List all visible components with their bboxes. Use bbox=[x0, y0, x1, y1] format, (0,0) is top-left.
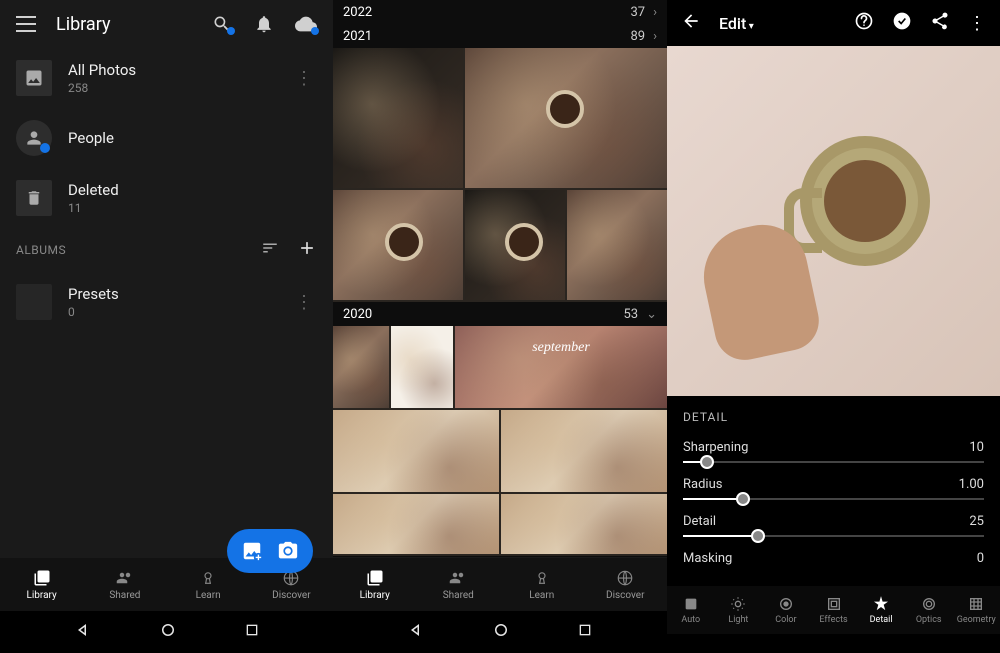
more-icon[interactable]: ⋮ bbox=[291, 292, 317, 313]
nav-library[interactable]: Library bbox=[0, 558, 83, 611]
page-title: Library bbox=[56, 14, 111, 35]
notifications-icon[interactable] bbox=[253, 13, 275, 35]
item-label: Deleted bbox=[68, 181, 317, 199]
year-count: 37 bbox=[630, 5, 645, 20]
chevron-down-icon: ⌄ bbox=[646, 307, 657, 322]
back-button[interactable] bbox=[74, 621, 92, 643]
photo-thumb[interactable] bbox=[465, 48, 667, 188]
album-count: 0 bbox=[68, 305, 275, 319]
system-nav bbox=[0, 611, 333, 653]
item-count: 11 bbox=[68, 201, 317, 215]
library-item-all-photos[interactable]: All Photos 258 ⋮ bbox=[0, 48, 333, 108]
item-label: People bbox=[68, 129, 317, 147]
nav-shared[interactable]: Shared bbox=[83, 558, 166, 611]
trash-icon bbox=[16, 180, 52, 216]
photos-icon bbox=[16, 60, 52, 96]
year-row-2020[interactable]: 2020 53 ⌄ bbox=[333, 302, 667, 326]
camera-icon bbox=[277, 540, 299, 562]
tool-auto[interactable]: Auto bbox=[667, 586, 715, 634]
year-count: 53 bbox=[623, 307, 638, 322]
library-item-deleted[interactable]: Deleted 11 bbox=[0, 168, 333, 228]
nav-library[interactable]: Library bbox=[333, 558, 417, 611]
photo-thumb[interactable] bbox=[333, 410, 499, 492]
year-row-2021[interactable]: 2021 89 › bbox=[333, 24, 667, 48]
tool-light[interactable]: Light bbox=[715, 586, 763, 634]
search-icon[interactable] bbox=[211, 13, 233, 35]
nav-shared[interactable]: Shared bbox=[417, 558, 501, 611]
tool-geometry[interactable]: Geometry bbox=[952, 586, 1000, 634]
chevron-right-icon: › bbox=[653, 5, 657, 20]
edit-tools-nav: Auto Light Color Effects Detail Optics G… bbox=[667, 586, 1000, 634]
album-thumb bbox=[16, 284, 52, 320]
more-icon[interactable]: ⋮ bbox=[968, 13, 986, 34]
system-nav bbox=[333, 611, 667, 653]
year-label: 2020 bbox=[343, 307, 372, 322]
home-button[interactable] bbox=[492, 621, 510, 643]
item-label: All Photos bbox=[68, 61, 275, 79]
year-count: 89 bbox=[630, 29, 645, 44]
nav-learn[interactable]: Learn bbox=[500, 558, 584, 611]
import-fab[interactable] bbox=[227, 529, 313, 573]
library-item-people[interactable]: People bbox=[0, 108, 333, 168]
detail-panel: DETAIL Sharpening10 Radius1.00 Detail25 … bbox=[667, 396, 1000, 586]
recents-button[interactable] bbox=[577, 622, 593, 642]
albums-header: ALBUMS bbox=[0, 228, 333, 272]
photo-thumb[interactable] bbox=[567, 190, 667, 300]
year-label: 2021 bbox=[343, 29, 372, 44]
photo-cup bbox=[800, 136, 930, 266]
people-icon bbox=[16, 120, 52, 156]
photo-thumb[interactable] bbox=[501, 410, 667, 492]
photo-thumb[interactable] bbox=[391, 326, 453, 408]
slider-radius[interactable]: Radius1.00 bbox=[683, 477, 984, 500]
edit-photo-preview[interactable] bbox=[667, 46, 1000, 396]
item-count: 258 bbox=[68, 81, 275, 95]
photo-thumb[interactable]: september bbox=[455, 326, 667, 408]
photo-thumb[interactable] bbox=[501, 494, 667, 554]
album-label: Presets bbox=[68, 285, 275, 303]
chevron-right-icon: › bbox=[653, 29, 657, 44]
menu-icon[interactable] bbox=[16, 16, 36, 32]
home-button[interactable] bbox=[159, 621, 177, 643]
help-icon[interactable] bbox=[854, 11, 874, 35]
add-album-icon[interactable] bbox=[297, 238, 317, 262]
photo-thumb[interactable] bbox=[465, 190, 565, 300]
share-icon[interactable] bbox=[930, 11, 950, 35]
photo-grid-2021 bbox=[333, 48, 667, 302]
photo-thumb[interactable] bbox=[333, 326, 389, 408]
albums-title: ALBUMS bbox=[16, 243, 66, 257]
panel-title: DETAIL bbox=[683, 410, 984, 424]
edit-title[interactable]: Edit bbox=[719, 14, 754, 33]
photo-thumb[interactable] bbox=[333, 494, 499, 554]
photo-grid-2020: september bbox=[333, 326, 667, 556]
tool-optics[interactable]: Optics bbox=[905, 586, 953, 634]
accept-icon[interactable] bbox=[892, 11, 912, 35]
year-label: 2022 bbox=[343, 5, 372, 20]
tool-effects[interactable]: Effects bbox=[810, 586, 858, 634]
photo-thumb[interactable] bbox=[333, 48, 463, 188]
photo-thumb[interactable] bbox=[333, 190, 463, 300]
tool-color[interactable]: Color bbox=[762, 586, 810, 634]
tool-detail[interactable]: Detail bbox=[857, 586, 905, 634]
library-header: Library bbox=[0, 0, 333, 48]
recents-button[interactable] bbox=[244, 622, 260, 642]
sort-icon[interactable] bbox=[261, 239, 279, 261]
slider-detail[interactable]: Detail25 bbox=[683, 514, 984, 537]
edit-header: Edit ⋮ bbox=[667, 0, 1000, 46]
september-overlay: september bbox=[532, 340, 590, 356]
slider-masking[interactable]: Masking0 bbox=[683, 551, 984, 566]
back-icon[interactable] bbox=[681, 11, 701, 35]
album-item-presets[interactable]: Presets 0 ⋮ bbox=[0, 272, 333, 332]
cloud-sync-icon[interactable] bbox=[295, 13, 317, 35]
add-photo-icon bbox=[241, 540, 263, 562]
nav-discover[interactable]: Discover bbox=[584, 558, 668, 611]
bottom-nav: Library Shared Learn Discover bbox=[333, 557, 667, 611]
year-row-2022[interactable]: 2022 37 › bbox=[333, 0, 667, 24]
more-icon[interactable]: ⋮ bbox=[291, 68, 317, 89]
slider-sharpening[interactable]: Sharpening10 bbox=[683, 440, 984, 463]
back-button[interactable] bbox=[407, 621, 425, 643]
